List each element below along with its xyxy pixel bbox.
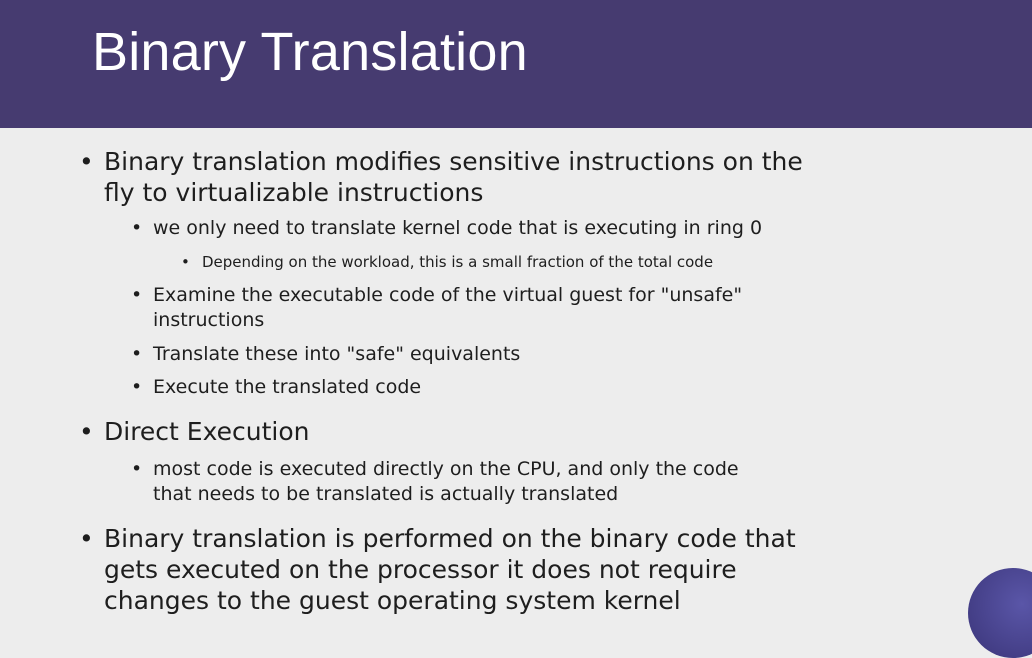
bullet-dot: • bbox=[131, 284, 143, 306]
slide-title: Binary Translation bbox=[92, 22, 528, 82]
bullet-text-line: instructions bbox=[153, 309, 265, 331]
slide: Binary Translation • Binary translation … bbox=[0, 0, 1032, 658]
bullet-dot: • bbox=[131, 217, 143, 239]
bullet-dot: • bbox=[79, 417, 94, 446]
bullet-text-line: that needs to be translated is actually … bbox=[153, 483, 619, 505]
bullet-dot: • bbox=[181, 253, 190, 271]
bullet-dot: • bbox=[131, 376, 143, 398]
bullet-text-line: Binary translation is performed on the b… bbox=[104, 524, 796, 553]
bullet-text-line: changes to the guest operating system ke… bbox=[104, 586, 681, 615]
bullet-text: Direct Execution bbox=[104, 417, 310, 446]
bullet-text: Execute the translated code bbox=[153, 376, 422, 398]
presenter-shoulder bbox=[968, 568, 1032, 658]
bullet-text-line: gets executed on the processor it does n… bbox=[104, 555, 737, 584]
bullet-text: Translate these into "safe" equivalents bbox=[153, 343, 521, 365]
bullet-dot: • bbox=[79, 524, 94, 553]
bullet-text-line: most code is executed directly on the CP… bbox=[153, 458, 739, 480]
bullet-dot: • bbox=[131, 343, 143, 365]
bullet-text-line: Examine the executable code of the virtu… bbox=[153, 284, 743, 306]
bullet-text-line: fly to virtualizable instructions bbox=[104, 178, 484, 207]
bullet-text: Depending on the workload, this is a sma… bbox=[202, 253, 714, 271]
bullet-dot: • bbox=[79, 147, 94, 176]
bullet-dot: • bbox=[131, 458, 143, 480]
bullet-text-line: Binary translation modifies sensitive in… bbox=[104, 147, 803, 176]
bullet-text: we only need to translate kernel code th… bbox=[153, 217, 763, 239]
title-bar: Binary Translation bbox=[0, 0, 1032, 128]
